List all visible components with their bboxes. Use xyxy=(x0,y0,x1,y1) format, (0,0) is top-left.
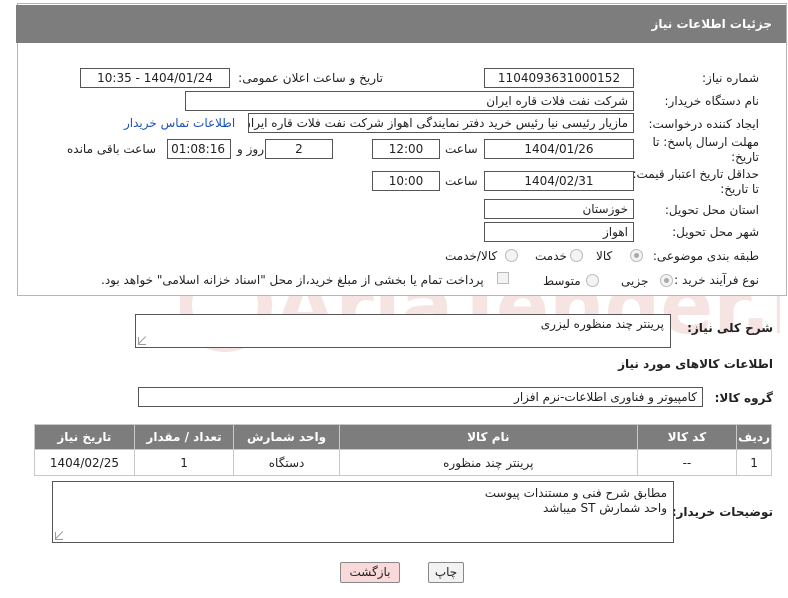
cell-quantity: 1 xyxy=(133,449,235,476)
buyer-field: شرکت نفت فلات قاره ایران xyxy=(185,91,634,111)
col-row-number: ردیف xyxy=(736,424,772,450)
col-goods-code: کد کالا xyxy=(636,424,738,450)
summary-text: پرینتر چند منظوره لیزری xyxy=(540,317,664,331)
goods-group-label: گروه کالا: xyxy=(714,391,773,405)
remaining-time-field: 01:08:16 xyxy=(167,139,231,159)
cell-goods-name: پرینتر چند منظوره xyxy=(338,449,638,476)
price-validity-label: حداقل تاریخ اعتبار قیمت: تا تاریخ: xyxy=(632,167,759,196)
cell-need-date: 1404/02/25 xyxy=(34,449,135,476)
process-label: نوع فرآیند خرید : xyxy=(674,273,759,287)
process-option-medium: متوسط xyxy=(543,274,581,288)
summary-label: شرح کلی نیاز: xyxy=(687,321,773,335)
announce-field: 1404/01/24 - 10:35 xyxy=(80,68,230,88)
city-label: شهر محل تحویل: xyxy=(672,225,759,239)
deadline-label: مهلت ارسال پاسخ: تا تاریخ: xyxy=(652,135,759,164)
col-goods-name: نام کالا xyxy=(338,424,638,450)
page-title: جزئیات اطلاعات نیاز xyxy=(16,5,786,43)
treasury-payment-note: پرداخت تمام یا بخشی از مبلغ خرید،از محل … xyxy=(101,273,484,287)
cell-unit: دستگاه xyxy=(233,449,340,476)
col-unit: واحد شمارش xyxy=(233,424,340,450)
table-header-row: ردیف کد کالا نام کالا واحد شمارش تعداد /… xyxy=(34,424,772,450)
summary-textarea: پرینتر چند منظوره لیزری xyxy=(135,314,671,348)
col-need-date: تاریخ نیاز xyxy=(34,424,135,450)
col-quantity: تعداد / مقدار xyxy=(133,424,235,450)
buyer-notes-label: توضیحات خریدار: xyxy=(671,505,773,519)
resize-grip-icon[interactable] xyxy=(55,532,63,540)
contact-info-link[interactable]: اطلاعات تماس خریدار xyxy=(124,116,235,130)
process-radio-minor[interactable] xyxy=(660,274,673,287)
price-time-field: 10:00 xyxy=(372,171,440,191)
print-button[interactable]: چاپ xyxy=(428,562,464,583)
buyer-notes-line-1: مطابق شرح فنی و مستندات پیوست xyxy=(484,486,667,500)
resize-grip-icon[interactable] xyxy=(138,337,146,345)
table-row: 1 -- پرینتر چند منظوره دستگاه 1 1404/02/… xyxy=(34,449,772,476)
cell-row-number: 1 xyxy=(736,449,772,476)
deadline-time-field: 12:00 xyxy=(372,139,440,159)
goods-section-title: اطلاعات کالاهای مورد نیاز xyxy=(618,357,773,371)
buyer-label: نام دستگاه خریدار: xyxy=(664,94,760,108)
category-radio-goods[interactable] xyxy=(630,249,643,262)
creator-field: مازیار رئیسی نیا رئیس خرید دفتر نمایندگی… xyxy=(248,113,634,133)
treasury-payment-checkbox[interactable] xyxy=(497,272,509,284)
deadline-date-field: 1404/01/26 xyxy=(484,139,634,159)
category-radio-goods-service[interactable] xyxy=(505,249,518,262)
process-radio-medium[interactable] xyxy=(586,274,599,287)
province-label: استان محل تحویل: xyxy=(664,203,759,217)
category-option-goods-service: کالا/خدمت xyxy=(445,249,498,263)
city-field: اهواز xyxy=(484,222,634,242)
category-label: طبقه بندی موضوعی: xyxy=(652,249,759,263)
need-number-label: شماره نیاز: xyxy=(702,71,759,85)
buyer-notes-textarea: مطابق شرح فنی و مستندات پیوست واحد شمارش… xyxy=(52,481,674,543)
remaining-label: ساعت باقی مانده xyxy=(67,142,157,156)
category-option-service: خدمت xyxy=(535,249,567,263)
buyer-notes-line-2: واحد شمارش ST میباشد xyxy=(542,501,667,515)
cell-goods-code: -- xyxy=(636,449,738,476)
category-option-goods: کالا xyxy=(596,249,613,263)
deadline-time-label: ساعت xyxy=(445,142,478,156)
goods-table: ردیف کد کالا نام کالا واحد شمارش تعداد /… xyxy=(34,424,772,476)
creator-label: ایجاد کننده درخواست: xyxy=(648,117,759,131)
back-button[interactable]: بازگشت xyxy=(340,562,400,583)
announce-label: تاریخ و ساعت اعلان عمومی: xyxy=(238,71,383,85)
goods-group-field: کامپیوتر و فناوری اطلاعات-نرم افزار xyxy=(138,387,703,407)
price-time-label: ساعت xyxy=(445,174,478,188)
days-field: 2 xyxy=(265,139,333,159)
category-radio-service[interactable] xyxy=(570,249,583,262)
province-field: خوزستان xyxy=(484,199,634,219)
need-number-field: 1104093631000152 xyxy=(484,68,634,88)
process-option-minor: جزیی xyxy=(621,274,649,288)
days-label: روز و xyxy=(237,142,264,156)
price-date-field: 1404/02/31 xyxy=(484,171,634,191)
